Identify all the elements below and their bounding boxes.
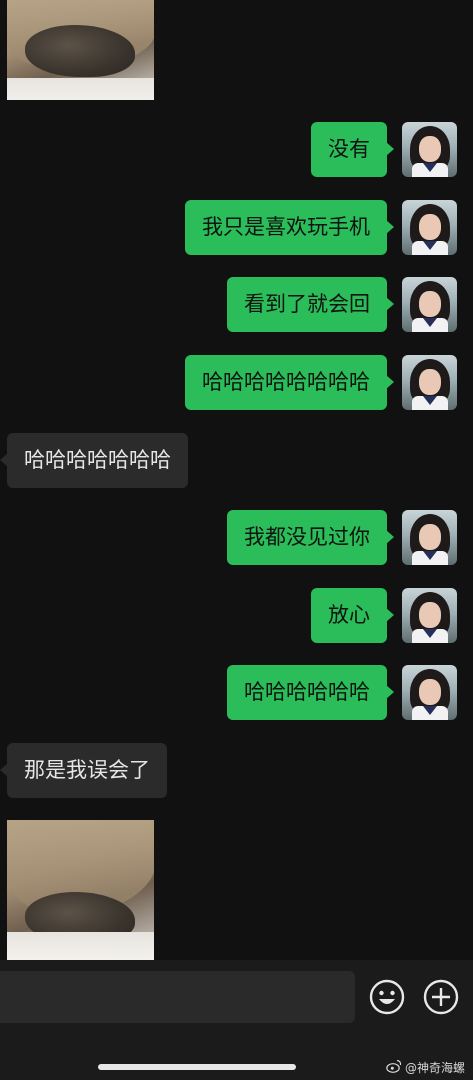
incoming-message-bubble[interactable]: 哈哈哈哈哈哈哈 <box>0 433 188 488</box>
outgoing-message-bubble[interactable]: 没有 <box>311 122 394 177</box>
user-avatar[interactable] <box>402 665 457 720</box>
plus-icon[interactable] <box>423 979 459 1015</box>
outgoing-message-bubble[interactable]: 我都没见过你 <box>227 510 394 565</box>
outgoing-message-bubble[interactable]: 哈哈哈哈哈哈哈哈 <box>185 355 394 410</box>
weibo-icon <box>386 1059 402 1076</box>
message-row-outgoing: 哈哈哈哈哈哈哈哈 <box>0 355 473 411</box>
message-input[interactable] <box>0 971 355 1023</box>
incoming-image-message[interactable] <box>7 0 154 100</box>
emoji-icon[interactable] <box>369 979 405 1015</box>
user-avatar[interactable] <box>402 510 457 565</box>
message-row-incoming: 哈哈哈哈哈哈哈 <box>0 433 473 489</box>
message-row-outgoing: 我都没见过你 <box>0 510 473 566</box>
outgoing-message-bubble[interactable]: 哈哈哈哈哈哈 <box>227 665 394 720</box>
incoming-image-message[interactable] <box>7 820 154 960</box>
watermark: @神奇海螺 <box>386 1058 465 1076</box>
user-avatar[interactable] <box>402 122 457 177</box>
chat-message-list[interactable]: 没有 我只是喜欢玩手机 看到了就会回 哈哈哈哈哈哈哈哈 哈哈哈哈哈哈哈 我都没见… <box>0 0 473 960</box>
outgoing-message-bubble[interactable]: 我只是喜欢玩手机 <box>185 200 394 255</box>
message-row-outgoing: 看到了就会回 <box>0 277 473 333</box>
watermark-text: @神奇海螺 <box>404 1060 465 1075</box>
user-avatar[interactable] <box>402 355 457 410</box>
message-row-outgoing: 哈哈哈哈哈哈 <box>0 665 473 721</box>
message-row-outgoing: 我只是喜欢玩手机 <box>0 200 473 256</box>
message-row-outgoing: 放心 <box>0 588 473 644</box>
home-indicator <box>98 1064 296 1070</box>
incoming-message-bubble[interactable]: 那是我误会了 <box>0 743 167 798</box>
message-row-incoming: 那是我误会了 <box>0 743 473 799</box>
outgoing-message-bubble[interactable]: 看到了就会回 <box>227 277 394 332</box>
message-row-outgoing: 没有 <box>0 122 473 178</box>
user-avatar[interactable] <box>402 200 457 255</box>
user-avatar[interactable] <box>402 588 457 643</box>
chat-input-bar: @神奇海螺 <box>0 960 473 1080</box>
user-avatar[interactable] <box>402 277 457 332</box>
outgoing-message-bubble[interactable]: 放心 <box>311 588 394 643</box>
